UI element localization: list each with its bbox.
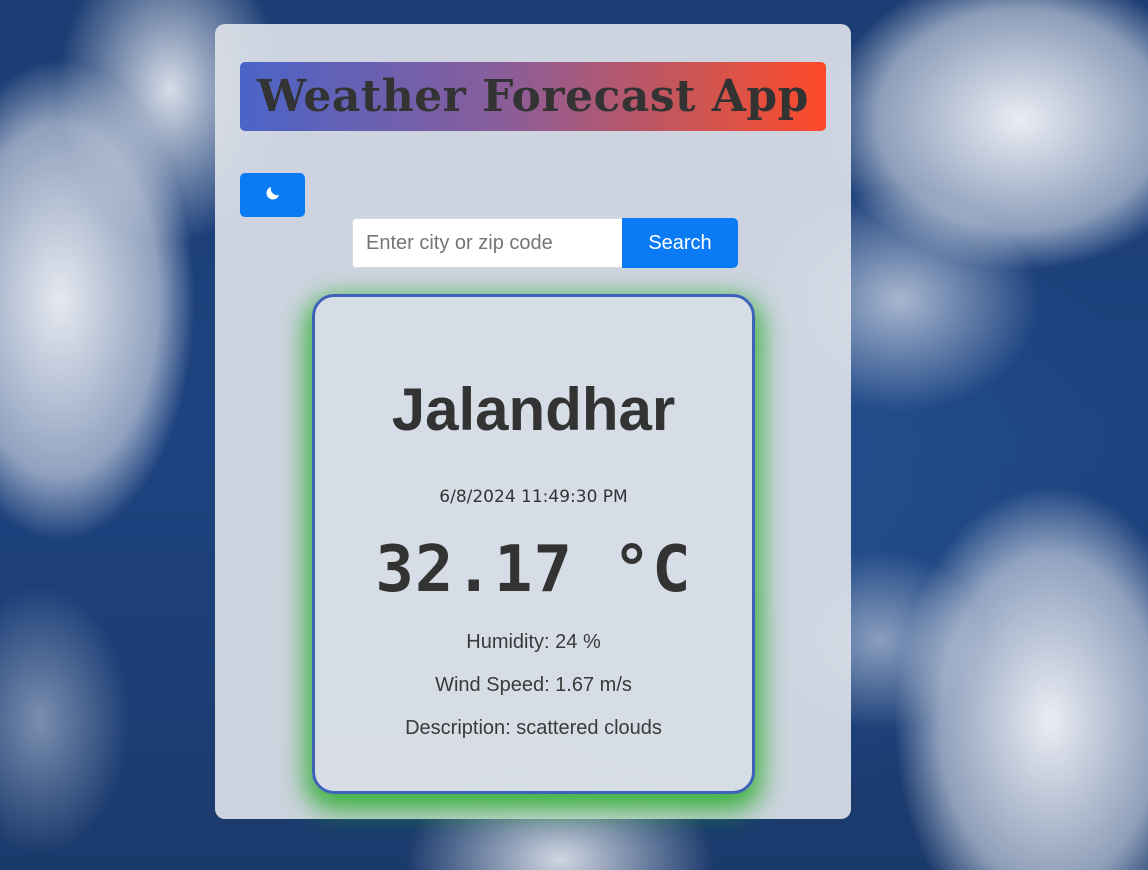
weather-card: Jalandhar 6/8/2024 11:49:30 PM 32.17 °C … [312, 294, 755, 794]
description-text: Description: scattered clouds [405, 717, 662, 739]
date-time: 6/8/2024 11:49:30 PM [439, 487, 628, 507]
title-banner: Weather Forecast App [240, 62, 826, 131]
humidity-text: Humidity: 24 % [466, 631, 601, 653]
search-input[interactable] [352, 218, 622, 268]
app-container: Weather Forecast App Search Jalandhar 6/… [215, 24, 851, 819]
search-bar: Search [352, 218, 738, 268]
wind-speed-text: Wind Speed: 1.67 m/s [435, 674, 632, 696]
moon-icon [264, 184, 282, 207]
theme-toggle-button[interactable] [240, 173, 305, 217]
app-title: Weather Forecast App [257, 71, 809, 122]
city-name: Jalandhar [391, 376, 676, 443]
search-button[interactable]: Search [622, 218, 738, 268]
temperature: 32.17 °C [375, 533, 692, 607]
